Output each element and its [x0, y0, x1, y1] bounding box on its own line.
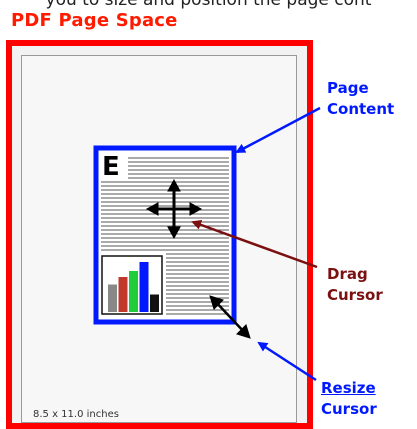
doc-letter: E	[102, 152, 120, 182]
resize-cursor-arrow	[257, 341, 317, 382]
resize-cursor-label: Resize Cursor	[321, 379, 377, 418]
chart-icon-bar-blue	[139, 262, 149, 312]
page-content-arrow	[235, 106, 321, 154]
diagram-graphics: E	[93, 106, 321, 382]
page-content-box[interactable]: E	[93, 145, 237, 325]
chart-icon-bar-red	[118, 277, 128, 312]
chart-icon-bar-green	[129, 271, 138, 312]
bar-chart-icon	[101, 255, 163, 315]
chart-icon-bar-black	[150, 294, 159, 312]
chart-icon-bar-gray	[108, 284, 117, 312]
drag-cursor-label: Drag Cursor	[327, 265, 383, 304]
page-content-label: Page Content	[327, 79, 395, 118]
